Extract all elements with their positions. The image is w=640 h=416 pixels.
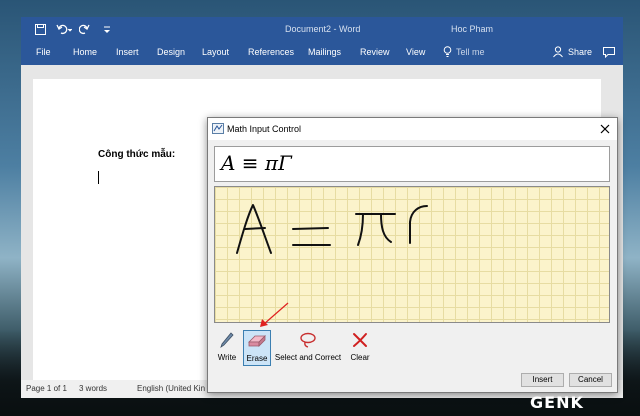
tell-me-box[interactable]: Tell me bbox=[456, 47, 485, 57]
pen-icon bbox=[220, 332, 234, 348]
share-person-icon bbox=[553, 46, 563, 58]
write-tool[interactable]: Write bbox=[214, 330, 240, 364]
undo-icon[interactable] bbox=[56, 24, 72, 35]
tab-mailings[interactable]: Mailings bbox=[308, 47, 341, 57]
insert-button[interactable]: Insert bbox=[521, 373, 564, 387]
tab-references[interactable]: References bbox=[248, 47, 294, 57]
tab-insert[interactable]: Insert bbox=[116, 47, 139, 57]
document-heading[interactable]: Công thức mẫu: bbox=[98, 149, 175, 160]
formula-preview-text: A ≡ πΓ bbox=[221, 151, 292, 175]
stroke-equiv-top bbox=[292, 227, 329, 230]
genk-watermark: GENK bbox=[530, 393, 584, 412]
redo-icon[interactable] bbox=[79, 24, 90, 35]
formula-preview: A ≡ πΓ bbox=[214, 146, 610, 182]
ribbon-tabs: File Home Insert Design Layout Reference… bbox=[21, 41, 623, 65]
status-page-count[interactable]: Page 1 of 1 bbox=[26, 384, 67, 393]
close-icon[interactable] bbox=[600, 124, 610, 134]
math-input-app-icon bbox=[212, 123, 224, 134]
stroke-pi bbox=[355, 213, 396, 246]
erase-tool-label: Erase bbox=[246, 354, 268, 363]
tab-file[interactable]: File bbox=[36, 47, 51, 57]
customize-quick-access-icon[interactable] bbox=[103, 26, 111, 34]
status-word-count[interactable]: 3 words bbox=[79, 384, 107, 393]
user-name[interactable]: Hoc Pham bbox=[451, 24, 493, 34]
erase-tool[interactable]: Erase bbox=[243, 330, 271, 366]
clear-tool[interactable]: Clear bbox=[347, 330, 373, 364]
stroke-gamma bbox=[409, 205, 428, 244]
select-and-correct-tool-label: Select and Correct bbox=[274, 353, 342, 362]
lasso-icon bbox=[300, 332, 316, 348]
write-tool-label: Write bbox=[217, 353, 237, 362]
tab-layout[interactable]: Layout bbox=[202, 47, 229, 57]
stroke-letter-a-bar bbox=[244, 227, 266, 230]
tab-design[interactable]: Design bbox=[157, 47, 185, 57]
dialog-title-bar: Math Input Control bbox=[208, 118, 617, 140]
eraser-icon bbox=[248, 335, 266, 347]
lightbulb-icon bbox=[443, 46, 452, 57]
share-button[interactable]: Share bbox=[568, 47, 592, 57]
dialog-title: Math Input Control bbox=[227, 124, 302, 134]
save-icon[interactable] bbox=[35, 24, 46, 35]
clear-tool-label: Clear bbox=[350, 353, 370, 362]
comments-icon[interactable] bbox=[603, 47, 615, 58]
window-title: Document2 - Word bbox=[285, 24, 361, 34]
status-language[interactable]: English (United Kin bbox=[137, 384, 205, 393]
title-bar: Document2 - Word Hoc Pham bbox=[21, 17, 623, 41]
math-input-dialog: Math Input Control A ≡ πΓ Write Erase Se… bbox=[207, 117, 618, 393]
tab-view[interactable]: View bbox=[406, 47, 425, 57]
text-cursor bbox=[98, 171, 99, 184]
clear-icon bbox=[353, 333, 367, 347]
tab-review[interactable]: Review bbox=[360, 47, 390, 57]
select-and-correct-tool[interactable]: Select and Correct bbox=[273, 330, 343, 364]
tab-home[interactable]: Home bbox=[73, 47, 97, 57]
cancel-button[interactable]: Cancel bbox=[569, 373, 612, 387]
annotation-arrow bbox=[260, 302, 289, 327]
